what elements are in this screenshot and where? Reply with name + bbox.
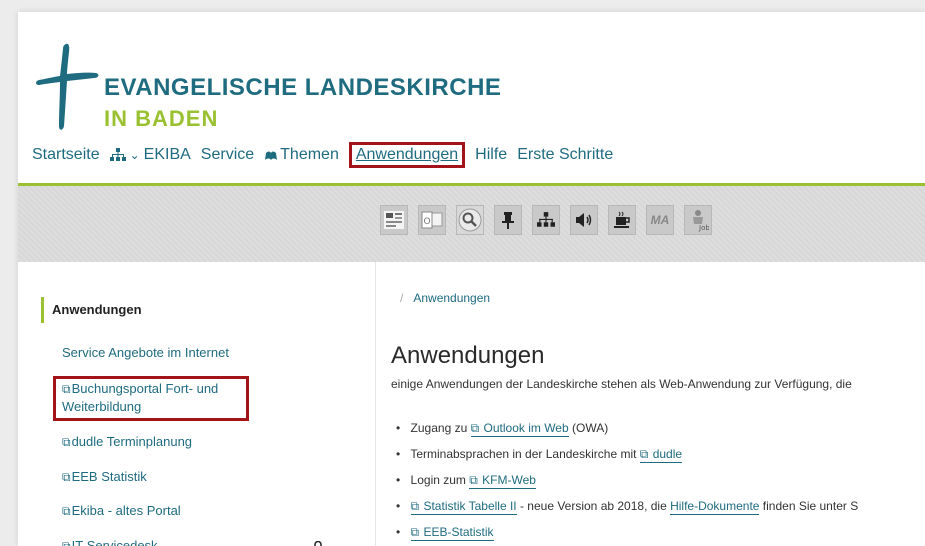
svg-text:O: O <box>423 217 430 227</box>
sidebar-item-label: IT-Servicedesk <box>71 538 158 546</box>
sidebar-item-ekiba-altes-portal[interactable]: ⧉Ekiba - altes Portal <box>62 502 181 520</box>
brand-name-line2: IN BADEN <box>104 106 219 131</box>
sidebar-item-label: Service Angebote im Internet <box>62 345 229 360</box>
sidebar-item-label: EEB Statistik <box>71 469 147 484</box>
kfm-web-link[interactable]: ⧉ KFM-Web <box>469 473 536 489</box>
statistik-tabelle-link[interactable]: ⧉ Statistik Tabelle II <box>410 499 517 515</box>
list-item: ⧉ Statistik Tabelle II - neue Version ab… <box>396 497 858 523</box>
sitemap-icon[interactable] <box>532 205 560 235</box>
external-link-icon: ⧉ <box>410 499 420 513</box>
breadcrumb-separator: / <box>400 291 404 305</box>
nav-erste-schritte[interactable]: Erste Schritte <box>517 146 613 164</box>
svg-text:Job: Job <box>698 224 709 232</box>
nav-anwendungen[interactable]: Anwendungen <box>348 142 466 168</box>
quick-toolbar: O MA Job <box>18 186 925 262</box>
link-label: Outlook im Web <box>483 421 569 435</box>
cloud-icon[interactable] <box>264 149 278 161</box>
list-item-text: Terminabsprachen in der Landeskirche mit <box>410 447 640 461</box>
search-icon[interactable] <box>456 205 484 235</box>
page-title: Anwendungen <box>391 342 545 369</box>
list-item-text: Login zum <box>410 473 470 487</box>
eeb-statistik-link[interactable]: ⧉ EEB-Statistik <box>410 525 494 541</box>
link-label: Statistik Tabelle II <box>423 499 517 513</box>
sitemap-icon[interactable] <box>109 148 126 162</box>
external-link-icon: ⧉ <box>62 504 71 518</box>
newspaper-icon[interactable] <box>380 205 408 235</box>
sidebar-item-label: dudle Terminplanung <box>71 434 193 449</box>
ma-label: MA <box>650 213 670 227</box>
brand-name-line1: EVANGELISCHE LANDESKIRCHE <box>104 74 502 101</box>
lock-icon <box>314 541 322 546</box>
list-item-text: - neue Version ab 2018, die <box>516 499 671 513</box>
list-item: Terminabsprachen in der Landeskirche mit… <box>396 445 858 471</box>
list-item: Login zum ⧉ KFM-Web <box>396 471 858 497</box>
sidebar-item-service-angebote[interactable]: Service Angebote im Internet <box>62 344 229 362</box>
dudle-link[interactable]: ⧉ dudle <box>639 447 683 463</box>
list-item-text: finden Sie unter S <box>759 499 859 513</box>
outlook-icon[interactable]: O <box>418 205 446 235</box>
sidebar-item-it-servicedesk[interactable]: ⧉IT-Servicedesk <box>62 537 158 546</box>
chevron-down-icon[interactable]: ⌄ <box>130 148 140 162</box>
external-link-icon: ⧉ <box>410 525 420 539</box>
main-content: / Anwendungen Anwendungen einige Anwendun… <box>375 262 925 546</box>
nav-service[interactable]: Service <box>201 146 254 164</box>
sidebar-title: Anwendungen <box>41 297 142 323</box>
list-item-text: Zugang zu <box>410 421 471 435</box>
outlook-web-link[interactable]: ⧉ Outlook im Web <box>470 421 569 437</box>
breadcrumb-current[interactable]: Anwendungen <box>413 291 490 305</box>
list-item: Zugang zu ⧉ Outlook im Web (OWA) <box>396 419 858 445</box>
nav-ekiba[interactable]: EKIBA <box>144 146 191 164</box>
sidebar-item-dudle[interactable]: ⧉dudle Terminplanung <box>62 433 192 451</box>
nav-hilfe[interactable]: Hilfe <box>475 146 507 164</box>
external-link-icon: ⧉ <box>639 447 649 461</box>
link-label: KFM-Web <box>482 473 536 487</box>
nav-themen[interactable]: Themen <box>280 146 339 164</box>
external-link-icon: ⧉ <box>470 421 480 435</box>
list-item: ⧉ EEB-Statistik <box>396 523 858 546</box>
external-link-icon: ⧉ <box>62 539 71 546</box>
link-label: dudle <box>652 447 683 461</box>
main-nav: Startseite ⌄ EKIBA Service Themen Anwend… <box>32 142 623 168</box>
church-logo-icon[interactable] <box>32 40 102 132</box>
pin-icon[interactable] <box>494 205 522 235</box>
nav-startseite[interactable]: Startseite <box>32 146 100 164</box>
breadcrumb: / Anwendungen <box>400 291 490 305</box>
highlight-box <box>53 376 249 421</box>
ma-icon[interactable]: MA <box>646 205 674 235</box>
list-item-text: (OWA) <box>568 421 609 435</box>
coffee-icon[interactable] <box>608 205 636 235</box>
sidebar-item-label: Ekiba - altes Portal <box>71 503 181 518</box>
jobs-icon[interactable]: Job <box>684 205 712 235</box>
sidebar: Anwendungen Service Angebote im Internet… <box>37 283 362 546</box>
external-link-icon: ⧉ <box>62 470 71 484</box>
link-label: EEB-Statistik <box>423 525 494 539</box>
application-list: Zugang zu ⧉ Outlook im Web (OWA) Termina… <box>396 419 858 546</box>
speaker-icon[interactable] <box>570 205 598 235</box>
page: EVANGELISCHE LANDESKIRCHE IN BADEN Start… <box>18 12 925 546</box>
sidebar-item-eeb-statistik[interactable]: ⧉EEB Statistik <box>62 468 147 486</box>
external-link-icon: ⧉ <box>469 473 478 487</box>
external-link-icon: ⧉ <box>62 435 71 449</box>
intro-text: einige Anwendungen der Landeskirche steh… <box>391 377 852 391</box>
hilfe-dokumente-link[interactable]: Hilfe-Dokumente <box>670 499 760 515</box>
